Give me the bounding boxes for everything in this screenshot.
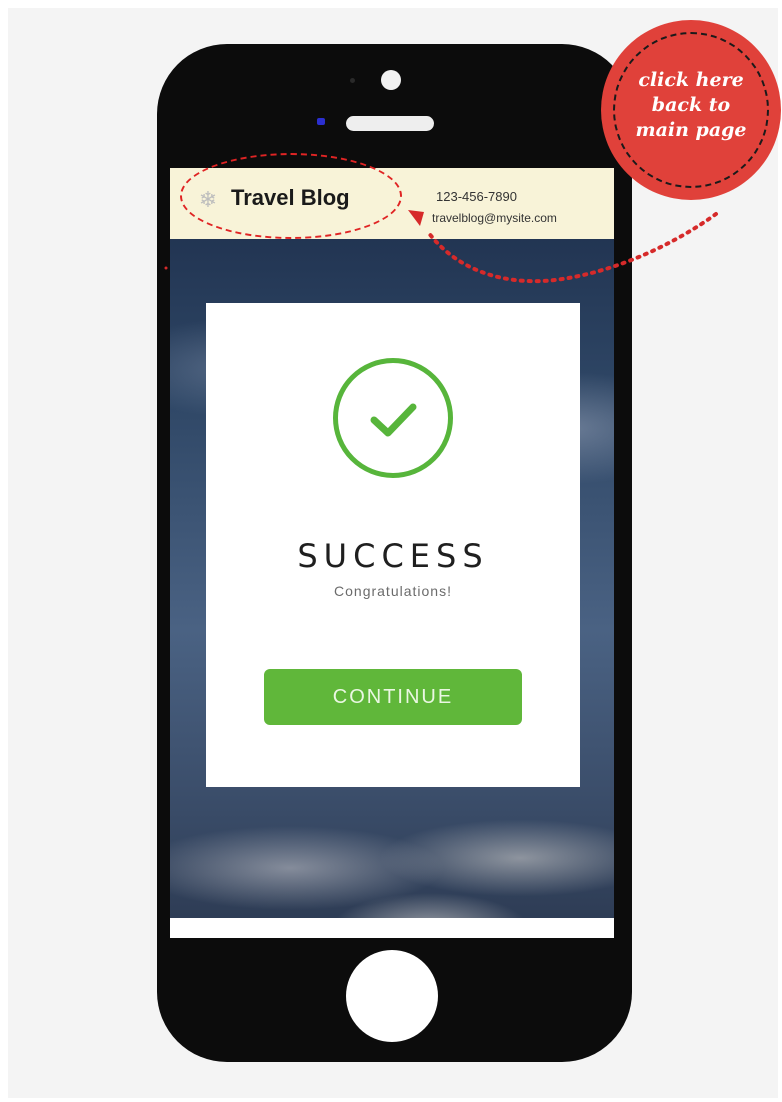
site-title-link[interactable]: Travel Blog <box>231 185 350 211</box>
site-header: ❄ Travel Blog 123-456-7890 travelblog@my… <box>170 168 614 239</box>
contact-email[interactable]: travelblog@mysite.com <box>432 211 557 225</box>
front-camera <box>381 70 401 90</box>
contact-phone: 123-456-7890 <box>436 189 517 204</box>
snowflake-icon: ❄ <box>198 187 218 212</box>
checkmark-icon <box>370 403 417 437</box>
annotation-line-1: click here <box>638 69 744 91</box>
continue-button[interactable]: CONTINUE <box>264 669 522 725</box>
screen-bottom-bar <box>170 918 614 938</box>
success-card: SUCCESS Congratulations! CONTINUE <box>206 303 580 787</box>
annotation-line-3: main page <box>635 119 747 141</box>
earpiece-speaker <box>346 116 434 131</box>
proximity-light <box>317 118 325 125</box>
front-sensor <box>350 78 355 83</box>
success-title: SUCCESS <box>297 537 489 575</box>
back-to-main-annotation[interactable]: click here back to main page <box>601 20 781 200</box>
annotation-label: click here back to main page <box>619 68 763 143</box>
success-subtitle: Congratulations! <box>334 583 452 599</box>
success-check-circle <box>333 358 453 478</box>
annotation-line-2: back to <box>651 94 731 116</box>
home-button[interactable] <box>346 950 438 1042</box>
